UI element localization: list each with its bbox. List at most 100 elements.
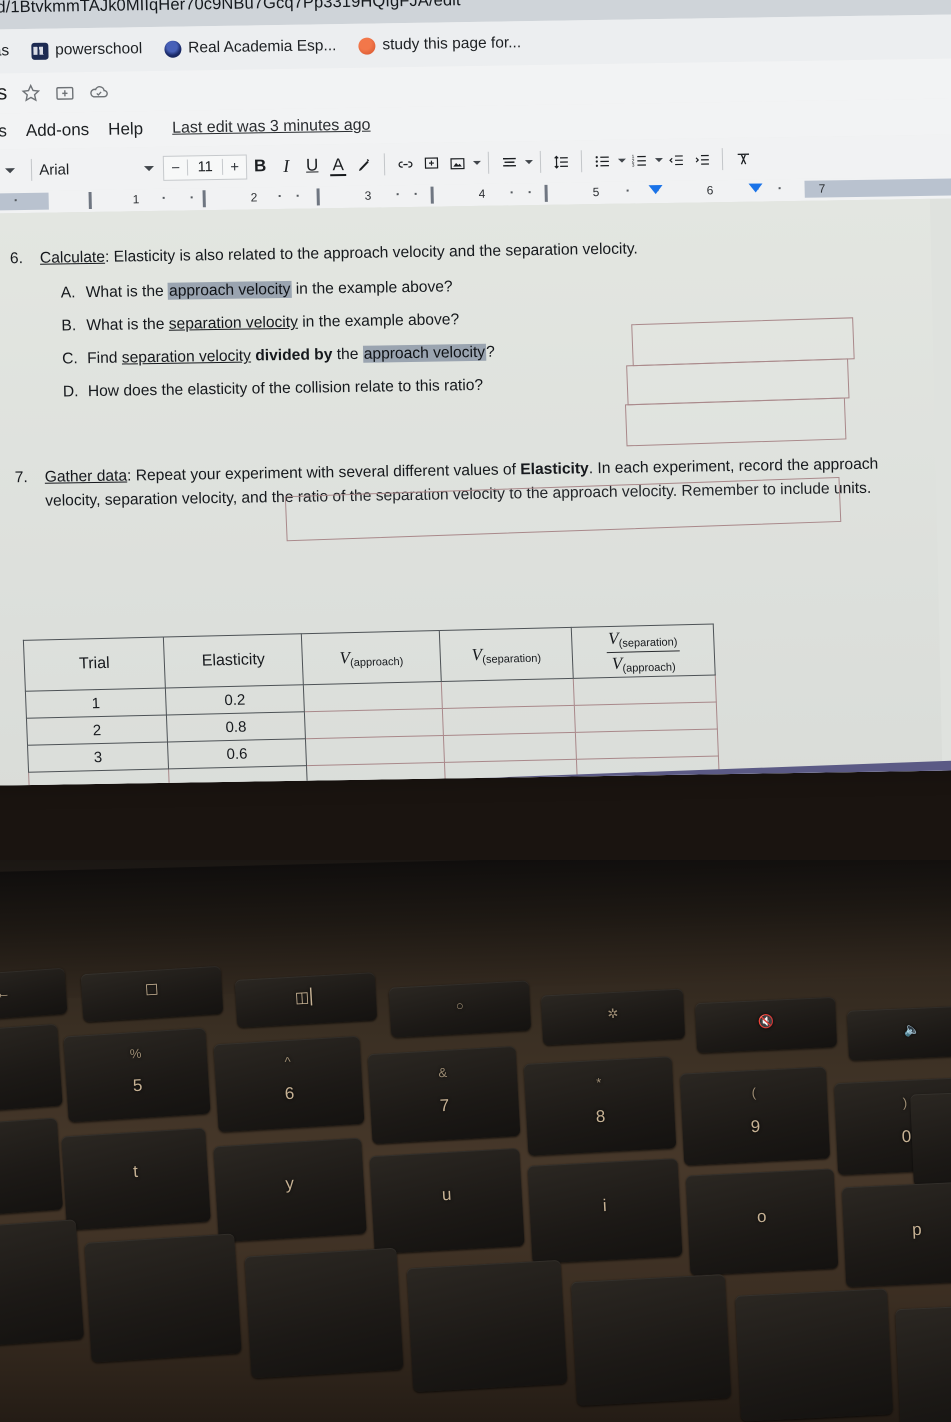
- chevron-down-icon[interactable]: [655, 158, 664, 163]
- cell-elasticity[interactable]: 0.8: [166, 712, 306, 743]
- key-4[interactable]: [0, 1023, 63, 1115]
- key-u[interactable]: u: [369, 1147, 525, 1255]
- menu-help[interactable]: Help: [108, 119, 143, 140]
- key-p[interactable]: p: [841, 1180, 951, 1288]
- brightness-down-key[interactable]: ○: [388, 980, 532, 1038]
- chevron-down-icon[interactable]: [5, 167, 16, 173]
- key-semicolon[interactable]: [895, 1302, 951, 1422]
- cell-ratio[interactable]: [573, 675, 717, 706]
- decrease-indent-icon[interactable]: [663, 147, 690, 173]
- align-icon[interactable]: [496, 149, 523, 175]
- indent-marker-right[interactable]: [748, 183, 763, 193]
- key-g[interactable]: [84, 1233, 242, 1363]
- key-i[interactable]: i: [527, 1158, 683, 1264]
- underline-button[interactable]: U: [299, 152, 326, 178]
- cell-trial[interactable]: 1: [25, 688, 167, 719]
- bookmark-canvas[interactable]: nvas: [0, 39, 18, 64]
- key-f[interactable]: [0, 1219, 85, 1349]
- brightness-up-key[interactable]: ✲: [540, 988, 686, 1046]
- bookmark-real-academia[interactable]: Real Academia Esp...: [155, 34, 346, 61]
- bookmark-label: powerschool: [54, 40, 143, 59]
- chevron-down-icon[interactable]: [525, 160, 534, 165]
- numbered-list-icon[interactable]: 123: [626, 147, 653, 173]
- cell-elasticity[interactable]: 0.6: [167, 738, 307, 770]
- document-title[interactable]: nors: [0, 81, 7, 106]
- key-9[interactable]: ( 9: [679, 1066, 831, 1166]
- cell-v-approach[interactable]: [306, 762, 446, 786]
- menu-tools[interactable]: Tools: [0, 121, 7, 142]
- cell-v-approach[interactable]: [303, 681, 443, 713]
- answer-box-c[interactable]: [624, 397, 847, 447]
- cell-v-separation[interactable]: [443, 732, 577, 763]
- key-7[interactable]: & 7: [367, 1045, 521, 1145]
- key-6[interactable]: ^ 6: [213, 1035, 365, 1133]
- cell-elasticity[interactable]: 0.2: [165, 685, 305, 716]
- key-main-label: i: [602, 1195, 608, 1216]
- mute-key[interactable]: 🔇: [694, 996, 838, 1054]
- star-icon[interactable]: [20, 82, 41, 103]
- v-symbol: V: [611, 653, 623, 673]
- key-t[interactable]: t: [61, 1127, 211, 1231]
- chevron-down-icon[interactable]: [618, 158, 627, 163]
- overview-key[interactable]: ☐: [80, 965, 224, 1023]
- key-minus[interactable]: -: [910, 1089, 951, 1187]
- highlight-pen-icon[interactable]: [351, 152, 378, 178]
- insert-image-icon[interactable]: [444, 150, 471, 176]
- key-o[interactable]: o: [685, 1168, 839, 1276]
- font-size-stepper[interactable]: − 11 +: [162, 154, 248, 181]
- key-r[interactable]: [0, 1117, 64, 1219]
- font-size-increase-button[interactable]: +: [223, 158, 246, 175]
- bold-button[interactable]: B: [247, 153, 274, 179]
- key-8[interactable]: * 8: [523, 1056, 677, 1156]
- clear-formatting-icon[interactable]: [730, 146, 757, 172]
- bookmark-study-this-page[interactable]: study this page for...: [349, 31, 530, 58]
- cell-trial[interactable]: 2: [26, 715, 168, 746]
- cell-trial[interactable]: 3: [27, 742, 169, 773]
- toolbar-divider: [580, 150, 583, 173]
- chevron-down-icon[interactable]: [473, 160, 482, 165]
- key-shift-label: *: [595, 1074, 602, 1091]
- font-size-input[interactable]: 11: [187, 158, 224, 176]
- font-size-decrease-button[interactable]: −: [164, 159, 187, 176]
- split-screen-key[interactable]: ◫⎢: [234, 972, 378, 1028]
- menu-add-ons[interactable]: Add-ons: [26, 120, 90, 141]
- italic-button[interactable]: I: [273, 153, 300, 179]
- cell-ratio[interactable]: [575, 729, 719, 760]
- cell-v-approach[interactable]: [304, 708, 444, 739]
- key-l[interactable]: [735, 1288, 893, 1422]
- toolbar-divider: [383, 153, 386, 176]
- key-j[interactable]: [406, 1259, 568, 1393]
- key-k[interactable]: [570, 1274, 732, 1406]
- cell-v-approach[interactable]: [305, 735, 445, 766]
- line-spacing-icon[interactable]: [548, 148, 575, 174]
- insert-link-icon[interactable]: [392, 151, 419, 177]
- indent-marker-left[interactable]: [648, 185, 663, 195]
- chevron-down-icon[interactable]: [144, 165, 155, 171]
- bookmark-powerschool[interactable]: powerschool: [22, 37, 152, 63]
- key-y[interactable]: y: [213, 1137, 367, 1243]
- header-v-approach: V(approach): [301, 630, 442, 686]
- document-page[interactable]: 6. Calculate: Elasticity is also related…: [0, 198, 943, 786]
- bulleted-list-icon[interactable]: [589, 148, 616, 174]
- key-h[interactable]: [244, 1247, 404, 1379]
- text-color-button[interactable]: A: [325, 152, 352, 178]
- document-body[interactable]: 6. Calculate: Elasticity is also related…: [10, 233, 916, 786]
- cell-v-separation[interactable]: [444, 759, 578, 786]
- last-edit-status[interactable]: Last edit was 3 minutes ago: [172, 117, 371, 138]
- key-5[interactable]: % 5: [63, 1027, 211, 1123]
- back-key[interactable]: ←: [0, 967, 68, 1023]
- increase-indent-icon[interactable]: [689, 146, 716, 172]
- cloud-saved-icon[interactable]: [88, 81, 109, 102]
- gather-data-table[interactable]: Trial Elasticity V(approach) V(separatio…: [23, 624, 720, 786]
- cell-elasticity[interactable]: [168, 765, 308, 786]
- font-family-value[interactable]: Arial: [39, 160, 135, 178]
- cell-trial[interactable]: [28, 769, 170, 786]
- add-comment-icon[interactable]: [418, 150, 445, 176]
- address-bar-url[interactable]: ent/d/1BtvkmmTAJk0MIIqHer70c9NBu7Gcq7Pp3…: [0, 0, 461, 17]
- cell-v-separation[interactable]: [442, 705, 576, 736]
- volume-down-key[interactable]: 🔈: [847, 1005, 951, 1061]
- v-symbol: V: [339, 647, 351, 668]
- cell-ratio[interactable]: [574, 702, 718, 733]
- cell-v-separation[interactable]: [441, 678, 575, 709]
- move-to-folder-icon[interactable]: [54, 82, 75, 103]
